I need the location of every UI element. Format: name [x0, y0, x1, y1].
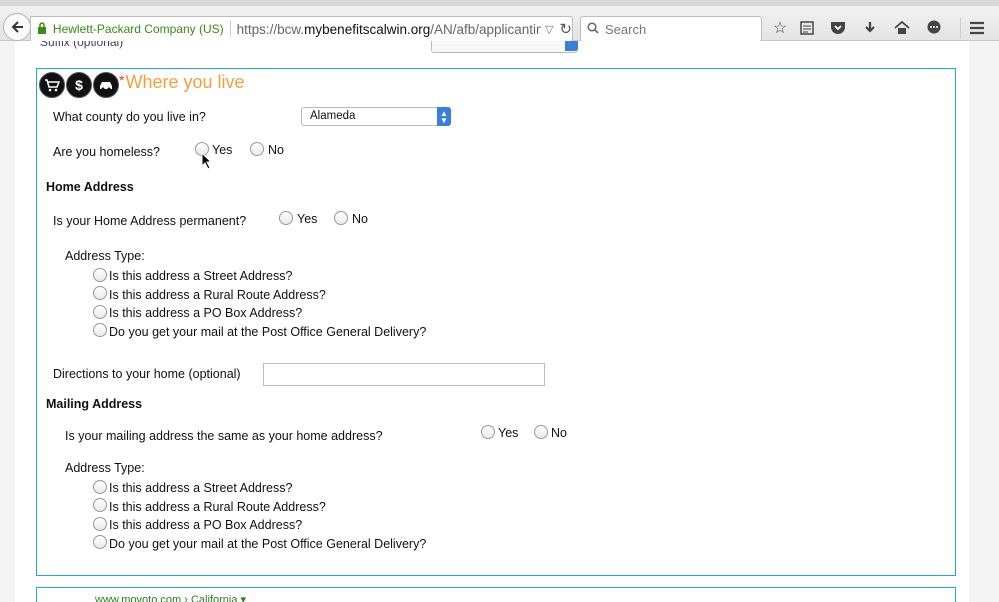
home-permanent-no-label[interactable]: No: [352, 212, 368, 226]
home-address-type-label: Address Type:: [65, 249, 145, 263]
mailing-same-label: Is your mailing address the same as your…: [65, 429, 383, 443]
mouse-cursor-icon: [201, 152, 213, 170]
search-icon: [587, 21, 599, 37]
url-path: /AN/afb/applicantinform: [430, 21, 541, 37]
home-icon[interactable]: [892, 18, 912, 38]
search-placeholder: Search: [605, 21, 647, 37]
suffix-select[interactable]: [431, 41, 578, 53]
url-text[interactable]: https://bcw.mybenefitscalwin.org/AN/afb/…: [237, 22, 541, 37]
url-separator: [229, 21, 231, 37]
site-identity[interactable]: Hewlett-Packard Company (US): [53, 22, 224, 36]
mailing-type-rural-label[interactable]: Is this address a Rural Route Address?: [109, 500, 326, 514]
homeless-no-radio[interactable]: [250, 142, 264, 156]
reload-icon[interactable]: ↻: [559, 20, 572, 38]
county-select-value: Alameda: [310, 110, 356, 122]
homeless-label: Are you homeless?: [53, 145, 161, 159]
suffix-label: Suffix (optional): [40, 41, 124, 49]
download-icon[interactable]: [860, 18, 880, 38]
county-select[interactable]: Alameda ▲ ▼: [301, 107, 451, 126]
mailing-same-no-radio[interactable]: [534, 425, 548, 439]
cart-icon: [39, 72, 65, 98]
mailing-type-rural-radio[interactable]: [93, 498, 107, 512]
where-you-live-section: $ *Where you live What county do you liv…: [36, 68, 956, 576]
car-icon: [93, 72, 119, 98]
home-permanent-yes-radio[interactable]: [279, 211, 293, 225]
county-label: What county do you live in?: [53, 110, 206, 124]
home-type-rural-label[interactable]: Is this address a Rural Route Address?: [109, 288, 326, 302]
home-permanent-yes-label[interactable]: Yes: [297, 212, 317, 226]
home-type-general-delivery-label[interactable]: Do you get your mail at the Post Office …: [109, 325, 426, 339]
chevron-updown-icon: ▲ ▼: [437, 107, 451, 126]
mailing-type-pobox-radio[interactable]: [93, 517, 107, 531]
pocket-icon[interactable]: [828, 18, 848, 38]
chat-icon[interactable]: [924, 18, 944, 38]
menu-icon[interactable]: [967, 18, 987, 38]
section-title: *Where you live: [119, 72, 245, 93]
back-button[interactable]: [3, 13, 31, 41]
home-permanent-no-radio[interactable]: [334, 211, 348, 225]
browser-toolbar: Hewlett-Packard Company (US) https://bcw…: [0, 0, 999, 42]
section-title-text: Where you live: [125, 72, 245, 92]
mailing-address-type-label: Address Type:: [65, 461, 145, 475]
movoto-link[interactable]: www.movoto.com › California ▾: [95, 593, 246, 602]
url-dropdown-icon[interactable]: ▽: [545, 23, 553, 36]
mailing-type-general-delivery-label[interactable]: Do you get your mail at the Post Office …: [109, 537, 426, 551]
home-permanent-label: Is your Home Address permanent?: [53, 214, 247, 228]
home-type-general-delivery-radio[interactable]: [93, 323, 107, 337]
home-type-pobox-label[interactable]: Is this address a PO Box Address?: [109, 306, 302, 320]
suffix-row-cut: Suffix (optional): [35, 41, 955, 53]
next-section-cut: www.movoto.com › California ▾: [36, 587, 956, 602]
required-mark: *: [119, 72, 125, 88]
dollar-icon: $: [66, 72, 92, 98]
tab-strip: [0, 0, 999, 6]
search-input[interactable]: Search: [580, 16, 762, 42]
mailing-same-no-label[interactable]: No: [551, 426, 567, 440]
section-icons: $: [39, 72, 119, 98]
back-arrow-icon: [11, 21, 23, 33]
mailing-type-general-delivery-radio[interactable]: [93, 535, 107, 549]
home-address-heading: Home Address: [46, 180, 134, 194]
url-bar[interactable]: Hewlett-Packard Company (US) https://bcw…: [30, 16, 573, 42]
home-type-street-radio[interactable]: [93, 268, 107, 282]
mailing-type-street-radio[interactable]: [93, 480, 107, 494]
home-type-pobox-radio[interactable]: [93, 305, 107, 319]
homeless-yes-label[interactable]: Yes: [212, 143, 232, 157]
mailing-type-pobox-label[interactable]: Is this address a PO Box Address?: [109, 518, 302, 532]
mailing-address-heading: Mailing Address: [46, 397, 143, 411]
directions-label: Directions to your home (optional): [53, 367, 241, 381]
mailing-same-yes-label[interactable]: Yes: [498, 426, 518, 440]
page-viewport: Suffix (optional) $ *Where you live What…: [0, 41, 999, 602]
directions-input[interactable]: [263, 363, 545, 386]
reading-list-icon[interactable]: [797, 18, 817, 38]
lock-icon: [37, 21, 53, 37]
homeless-no-label[interactable]: No: [268, 143, 284, 157]
home-type-rural-radio[interactable]: [93, 286, 107, 300]
bookmark-star-icon[interactable]: ☆: [770, 18, 790, 38]
home-type-street-label[interactable]: Is this address a Street Address?: [109, 269, 292, 283]
mailing-type-street-label[interactable]: Is this address a Street Address?: [109, 481, 292, 495]
toolbar-divider: [960, 18, 961, 38]
url-prefix: https://bcw.: [236, 21, 305, 37]
url-domain: mybenefitscalwin.org: [304, 21, 431, 37]
mailing-same-yes-radio[interactable]: [481, 425, 495, 439]
